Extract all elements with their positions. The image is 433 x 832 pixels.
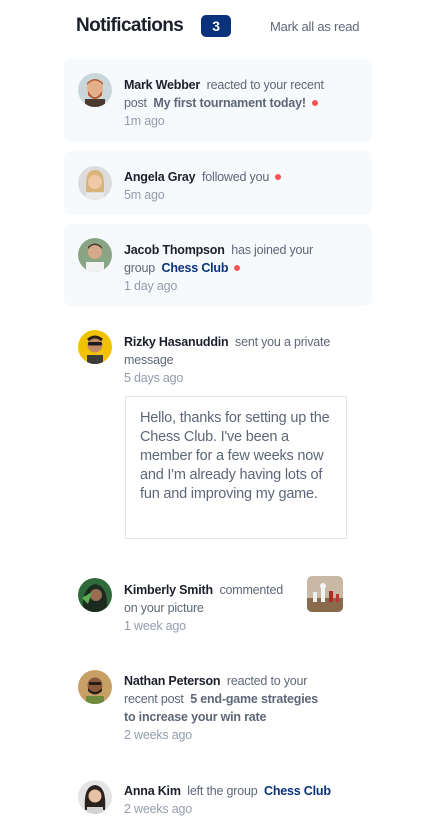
post-link[interactable]: My first tournament today! <box>153 96 306 110</box>
mark-webber-avatar[interactable] <box>78 73 112 107</box>
user-name[interactable]: Mark Webber <box>124 78 200 92</box>
header: Notifications 3 Mark all as read <box>0 0 433 52</box>
notification-item[interactable]: Nathan Peterson reacted to your recent p… <box>64 656 372 750</box>
notification-text: Anna Kim left the group Chess Club 2 wee… <box>124 782 331 818</box>
unread-dot <box>234 265 241 271</box>
notification-action-cont: post <box>124 96 147 110</box>
notification-action: left the group <box>187 784 258 798</box>
group-link[interactable]: Chess Club <box>162 261 229 275</box>
nathan-peterson-avatar[interactable] <box>78 670 112 704</box>
rizky-hasanuddin-avatar[interactable] <box>78 330 112 364</box>
timestamp: 1 day ago <box>124 279 178 293</box>
user-name[interactable]: Nathan Peterson <box>124 674 221 688</box>
user-name[interactable]: Angela Gray <box>124 170 196 184</box>
user-name[interactable]: Kimberly Smith <box>124 583 213 597</box>
unread-dot <box>311 100 318 106</box>
notification-action: has joined your <box>231 243 314 257</box>
notification-action: followed you <box>202 170 270 184</box>
timestamp: 5 days ago <box>124 371 184 385</box>
notification-text: Rizky Hasanuddin sent you a private mess… <box>124 333 330 387</box>
mark-all-read-button[interactable]: Mark all as read <box>270 19 359 34</box>
timestamp: 1 week ago <box>124 619 186 633</box>
notification-item[interactable]: Angela Gray followed you 5m ago <box>64 151 372 215</box>
notification-text: Nathan Peterson reacted to your recent p… <box>124 672 318 744</box>
user-name[interactable]: Rizky Hasanuddin <box>124 335 229 349</box>
angela-gray-avatar[interactable] <box>78 166 112 200</box>
post-link[interactable]: 5 end-game strategies <box>190 692 318 706</box>
unread-dot <box>275 174 282 180</box>
kimberly-smith-avatar[interactable] <box>78 578 112 612</box>
anna-kim-avatar[interactable] <box>78 780 112 814</box>
notification-text: Jacob Thompson has joined your group Che… <box>124 241 313 295</box>
notification-action: sent you a private <box>235 335 331 349</box>
jacob-thompson-avatar[interactable] <box>78 238 112 272</box>
notification-item[interactable]: Kimberly Smith commented on your picture… <box>64 566 372 640</box>
unread-count-badge: 3 <box>201 15 231 37</box>
timestamp: 5m ago <box>124 188 165 202</box>
timestamp: 2 weeks ago <box>124 728 192 742</box>
group-link[interactable]: Chess Club <box>264 784 331 798</box>
notification-action: commented <box>219 583 283 597</box>
timestamp: 2 weeks ago <box>124 802 192 816</box>
chess-picture-thumbnail[interactable] <box>307 576 343 612</box>
notification-action-cont: group <box>124 261 155 275</box>
notification-text: Mark Webber reacted to your recent post … <box>124 76 324 130</box>
timestamp: 1m ago <box>124 114 165 128</box>
notification-action-cont: recent post <box>124 692 184 706</box>
notification-action-cont: on your picture <box>124 601 204 615</box>
user-name[interactable]: Anna Kim <box>124 784 181 798</box>
private-message-box[interactable]: Hello, thanks for setting up the Chess C… <box>125 396 347 539</box>
user-name[interactable]: Jacob Thompson <box>124 243 225 257</box>
notification-action: reacted to your <box>226 674 308 688</box>
notification-text: Kimberly Smith commented on your picture… <box>124 581 283 635</box>
notification-item[interactable]: Anna Kim left the group Chess Club 2 wee… <box>64 764 372 824</box>
page-title: Notifications <box>76 15 184 36</box>
notification-item[interactable]: Mark Webber reacted to your recent post … <box>64 59 372 142</box>
notification-item[interactable]: Rizky Hasanuddin sent you a private mess… <box>64 316 372 546</box>
post-link-cont[interactable]: to increase your win rate <box>124 710 266 724</box>
notification-action-cont: message <box>124 353 174 367</box>
notification-item[interactable]: Jacob Thompson has joined your group Che… <box>64 224 372 306</box>
notification-text: Angela Gray followed you 5m ago <box>124 168 282 204</box>
notification-action: reacted to your recent <box>206 78 324 92</box>
